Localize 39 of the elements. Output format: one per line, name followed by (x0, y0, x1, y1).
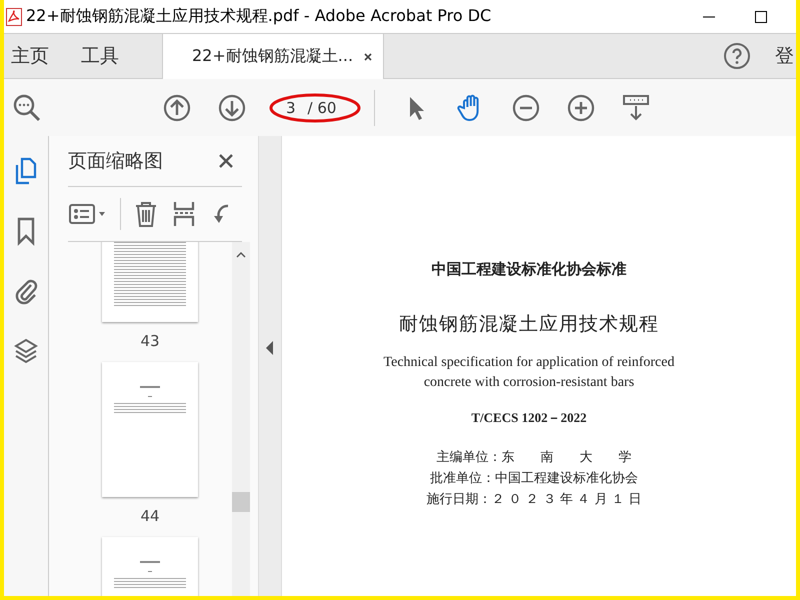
page-number-label: 43 (140, 332, 160, 350)
pages-icon[interactable] (14, 156, 38, 186)
info-line: 主编单位：东 南 大 学 (436, 449, 632, 467)
collapse-arrow-icon[interactable] (266, 341, 274, 355)
issuer-heading: 中国工程建设标准化协会标准 (432, 260, 626, 279)
document-title: 耐蚀钢筋混凝土应用技术规程 (399, 312, 659, 337)
window-title: 22+耐蚀钢筋混凝土应用技术规程.pdf - Adobe Acrobat Pro DC (26, 6, 492, 27)
search-icon[interactable] (12, 92, 42, 122)
nav-tab[interactable]: 主页 (4, 34, 49, 78)
english-title-line: concrete with corrosion-resistant bars (424, 374, 634, 392)
info-line: 施行日期：２ ０ ２ ３ 年 ４ 月 １ 日 (426, 491, 642, 509)
page-total: / 60 (308, 98, 336, 116)
help-icon[interactable] (723, 42, 751, 70)
layers-icon[interactable] (14, 336, 38, 366)
page-thumbnail[interactable] (102, 242, 198, 322)
nav-tab[interactable]: 工具 (74, 34, 119, 78)
zoom-in-icon[interactable] (566, 92, 596, 122)
info-line: 批准单位：中国工程建设标准化协会 (430, 470, 638, 488)
close-icon[interactable] (363, 52, 374, 62)
arrow-up-icon[interactable] (162, 92, 192, 122)
chevron-up-icon[interactable] (236, 252, 246, 258)
page-thumbnail[interactable] (102, 362, 198, 497)
page-number-field[interactable]: 3 (286, 98, 296, 116)
panel-title: 页面缩略图 (68, 149, 163, 174)
page-number-label: 44 (140, 507, 160, 525)
keyboard-icon[interactable] (621, 92, 651, 122)
english-title-line: Technical specification for application of reinforced (384, 354, 674, 372)
scrollbar[interactable] (232, 242, 250, 596)
insert-page-icon[interactable] (171, 200, 197, 228)
zoom-out-icon[interactable] (511, 92, 541, 122)
scrollbar-thumb[interactable] (232, 492, 250, 512)
sign-in-link[interactable]: 登 (775, 43, 794, 69)
trash-icon[interactable] (133, 200, 159, 228)
options-menu-icon[interactable] (68, 202, 108, 226)
document-tab[interactable]: 22+耐蚀钢筋混凝土... (162, 34, 384, 79)
arrow-down-icon[interactable] (217, 92, 247, 122)
close-icon[interactable] (218, 153, 234, 169)
standard-code: T/CECS 1202－2022 (471, 409, 587, 427)
maximize-icon[interactable] (754, 10, 768, 24)
